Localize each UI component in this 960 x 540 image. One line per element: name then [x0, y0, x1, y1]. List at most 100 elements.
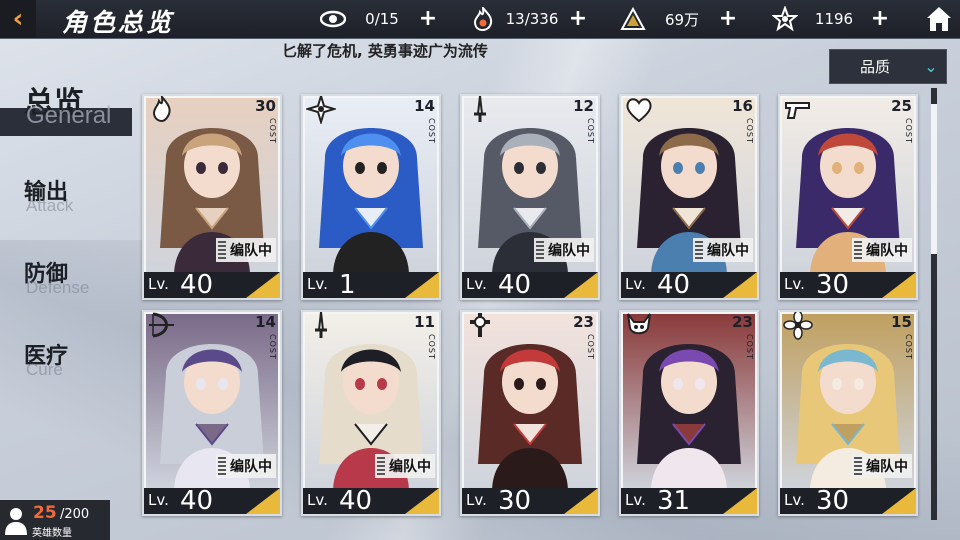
cost-label: COST: [586, 118, 595, 144]
resource-star: 1196 +: [772, 0, 890, 38]
page-title: 角色总览: [62, 8, 175, 37]
in-team-badge: 编队中: [534, 238, 594, 262]
cost-value: 30: [255, 97, 276, 115]
add-flame-button[interactable]: +: [568, 8, 588, 30]
resource-flame: 13/336 +: [470, 0, 588, 38]
resource-eye: 0/15 +: [320, 0, 438, 38]
barcode-icon: [695, 241, 703, 259]
level-prefix: Lv.: [148, 275, 169, 293]
rarity-corner: [882, 272, 916, 298]
flame-icon: [470, 6, 496, 32]
level-bar: Lv. 31: [621, 486, 757, 516]
cost-value: 14: [255, 313, 276, 331]
character-card[interactable]: 30 COST 编队中 Lv. 40: [142, 94, 282, 300]
scrollbar-thumb[interactable]: [931, 104, 937, 254]
level-value: 30: [816, 270, 850, 300]
character-portrait: [623, 314, 755, 490]
in-team-label: 编队中: [230, 459, 272, 475]
character-card[interactable]: 14 COST 编队中 Lv. 40: [142, 310, 282, 516]
home-icon[interactable]: [924, 4, 954, 34]
rarity-corner: [723, 488, 757, 514]
cost-value: 14: [414, 97, 435, 115]
hero-count-caption: 英雄数量: [32, 528, 72, 539]
demon-class-icon: [627, 313, 651, 335]
character-card[interactable]: 14 COST Lv. 1: [301, 94, 441, 300]
level-bar: Lv. 40: [621, 270, 757, 300]
rarity-corner: [723, 272, 757, 298]
level-prefix: Lv.: [466, 275, 487, 293]
character-card[interactable]: 11 COST 编队中 Lv. 40: [301, 310, 441, 516]
character-card[interactable]: 16 COST 编队中 Lv. 40: [619, 94, 759, 300]
cost-value: 16: [732, 97, 753, 115]
character-card[interactable]: 25 COST 编队中 Lv. 30: [778, 94, 918, 300]
rarity-corner: [564, 488, 598, 514]
character-card[interactable]: 23 COST Lv. 30: [460, 310, 600, 516]
cost-value: 25: [891, 97, 912, 115]
sidebar-item-sublabel: Attack: [26, 196, 74, 215]
level-value: 40: [339, 486, 373, 516]
in-team-label: 编队中: [230, 243, 272, 259]
level-value: 1: [339, 270, 356, 300]
level-bar: Lv. 40: [144, 486, 280, 516]
resource-value: 69万: [664, 10, 700, 29]
hero-count-current: 25: [33, 503, 57, 523]
back-arrow-icon[interactable]: ‹: [0, 0, 36, 38]
cost-label: COST: [268, 118, 277, 144]
level-value: 40: [498, 270, 532, 300]
add-star-button[interactable]: +: [870, 8, 890, 30]
sidebar-item-sublabel: Cure: [26, 360, 63, 379]
resource-crystal: 69万 +: [620, 0, 738, 38]
character-portrait: [305, 98, 437, 274]
add-crystal-button[interactable]: +: [718, 8, 738, 30]
in-team-badge: 编队中: [693, 238, 753, 262]
rarity-corner: [405, 488, 439, 514]
resource-value: 1196: [814, 10, 854, 28]
level-bar: Lv. 30: [462, 486, 598, 516]
in-team-label: 编队中: [866, 243, 908, 259]
sidebar-item-defense[interactable]: 防御 Defense: [0, 256, 132, 304]
rarity-corner: [246, 272, 280, 298]
hero-count-panel: 25 /200 英雄数量: [0, 500, 110, 540]
rarity-corner: [882, 488, 916, 514]
heart-class-icon: [626, 98, 652, 123]
in-team-badge: 编队中: [852, 454, 912, 478]
flame-class-icon: [152, 96, 171, 123]
barcode-icon: [218, 241, 226, 259]
rarity-corner: [405, 272, 439, 298]
sidebar-item-attack[interactable]: 输出 Attack: [0, 174, 132, 222]
cost-value: 23: [573, 313, 594, 331]
in-team-label: 编队中: [389, 459, 431, 475]
level-prefix: Lv.: [148, 491, 169, 509]
sidebar-item-sublabel: Defense: [26, 278, 90, 297]
rarity-corner: [246, 488, 280, 514]
level-value: 40: [657, 270, 691, 300]
level-prefix: Lv.: [625, 275, 646, 293]
character-card[interactable]: 15 COST 编队中 Lv. 30: [778, 310, 918, 516]
level-prefix: Lv.: [784, 275, 805, 293]
level-value: 31: [657, 486, 691, 516]
rarity-corner: [564, 272, 598, 298]
sidebar-item-cure[interactable]: 医疗 Cure: [0, 338, 132, 386]
quality-filter-dropdown[interactable]: 品质 ⌄: [829, 49, 947, 84]
chevron-down-icon: ⌄: [924, 57, 938, 76]
character-card[interactable]: 23 COST Lv. 31: [619, 310, 759, 516]
in-team-label: 编队中: [548, 243, 590, 259]
cost-value: 12: [573, 97, 594, 115]
barcode-icon: [377, 457, 385, 475]
cost-label: COST: [745, 334, 754, 360]
level-value: 30: [816, 486, 850, 516]
cost-label: COST: [268, 334, 277, 360]
level-value: 40: [180, 270, 214, 300]
sidebar-item-general[interactable]: 总览 General: [0, 82, 132, 142]
level-value: 40: [180, 486, 214, 516]
hero-count-max: /200: [60, 507, 90, 522]
sidebar-item-sublabel: General: [26, 102, 112, 129]
level-prefix: Lv.: [307, 275, 328, 293]
resource-value: 13/336: [505, 10, 559, 28]
bow-class-icon: [149, 312, 174, 338]
level-value: 30: [498, 486, 532, 516]
add-eye-button[interactable]: +: [418, 8, 438, 30]
level-bar: Lv. 40: [303, 486, 439, 516]
character-card[interactable]: 12 COST 编队中 Lv. 40: [460, 94, 600, 300]
level-bar: Lv. 30: [780, 486, 916, 516]
